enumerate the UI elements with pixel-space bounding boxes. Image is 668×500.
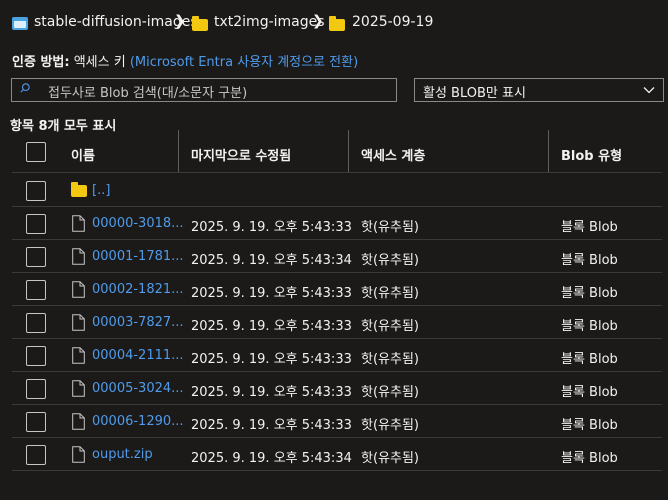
blob-name-link[interactable]: 00006-1290... bbox=[92, 414, 184, 429]
column-header-tier[interactable]: 액세스 계층 bbox=[361, 145, 425, 164]
file-icon bbox=[72, 215, 85, 232]
search-placeholder: 접두사로 Blob 검색(대/소문자 구분) bbox=[48, 86, 248, 101]
auth-method-value: 액세스 키 bbox=[73, 55, 126, 70]
row-checkbox[interactable] bbox=[26, 445, 46, 465]
blob-name-link[interactable]: ouput.zip bbox=[92, 447, 153, 462]
blob-modified: 2025. 9. 19. 오후 5:43:34 bbox=[191, 253, 352, 268]
row-checkbox[interactable] bbox=[26, 379, 46, 399]
item-count: 항목 8개 모두 표시 bbox=[10, 119, 117, 134]
file-icon bbox=[72, 314, 85, 331]
blob-tier: 핫(유추됨) bbox=[361, 319, 419, 334]
blob-filter-dropdown[interactable]: 활성 BLOB만 표시 bbox=[414, 78, 664, 102]
column-separator bbox=[178, 130, 179, 172]
chevron-right-icon: ❯ bbox=[312, 13, 324, 29]
file-icon bbox=[72, 413, 85, 430]
column-header-blob-type[interactable]: Blob 유형 bbox=[561, 145, 622, 164]
blob-modified: 2025. 9. 19. 오후 5:43:33 bbox=[191, 418, 352, 433]
row-checkbox[interactable] bbox=[26, 247, 46, 267]
blob-type: 블록 Blob bbox=[561, 319, 618, 334]
search-icon bbox=[20, 83, 30, 93]
row-checkbox[interactable] bbox=[26, 412, 46, 432]
blob-name-link[interactable]: 00003-7827... bbox=[92, 315, 184, 330]
storage-container-icon bbox=[12, 17, 28, 30]
blob-tier: 핫(유추됨) bbox=[361, 352, 419, 367]
blob-search-input[interactable]: 접두사로 Blob 검색(대/소문자 구분) bbox=[11, 78, 397, 102]
blob-name-link[interactable]: 00000-3018... bbox=[92, 216, 184, 231]
row-divider bbox=[12, 470, 662, 471]
blob-name-link[interactable]: 00001-1781... bbox=[92, 249, 184, 264]
blob-type: 블록 Blob bbox=[561, 418, 618, 433]
blob-tier: 핫(유추됨) bbox=[361, 286, 419, 301]
row-checkbox[interactable] bbox=[26, 313, 46, 333]
row-checkbox[interactable] bbox=[26, 214, 46, 234]
select-all-checkbox[interactable] bbox=[26, 142, 46, 162]
row-checkbox[interactable] bbox=[26, 280, 46, 300]
folder-icon bbox=[329, 16, 345, 31]
column-header-modified[interactable]: 마지막으로 수정됨 bbox=[191, 145, 291, 164]
file-icon bbox=[72, 446, 85, 463]
row-divider bbox=[12, 437, 662, 438]
blob-tier: 핫(유추됨) bbox=[361, 253, 419, 268]
file-icon bbox=[72, 380, 85, 397]
blob-name-link[interactable]: 00005-3024... bbox=[92, 381, 184, 396]
blob-name-link[interactable]: 00002-1821... bbox=[92, 282, 184, 297]
column-separator bbox=[348, 130, 349, 172]
row-divider bbox=[12, 338, 662, 339]
chevron-down-icon bbox=[643, 87, 655, 94]
folder-icon bbox=[192, 16, 208, 31]
chevron-right-icon: ❯ bbox=[174, 13, 186, 29]
blob-modified: 2025. 9. 19. 오후 5:43:33 bbox=[191, 385, 352, 400]
row-checkbox[interactable] bbox=[26, 346, 46, 366]
blob-type: 블록 Blob bbox=[561, 352, 618, 367]
blob-type: 블록 Blob bbox=[561, 451, 618, 466]
column-separator bbox=[548, 130, 549, 172]
row-divider bbox=[12, 305, 662, 306]
blob-name-link[interactable]: 00004-2111... bbox=[92, 348, 184, 363]
blob-modified: 2025. 9. 19. 오후 5:43:33 bbox=[191, 319, 352, 334]
row-checkbox[interactable] bbox=[26, 181, 46, 201]
auth-method-label: 인증 방법: bbox=[12, 55, 70, 70]
row-divider bbox=[12, 239, 662, 240]
row-divider bbox=[12, 272, 662, 273]
row-divider bbox=[12, 371, 662, 372]
file-icon bbox=[72, 347, 85, 364]
blob-modified: 2025. 9. 19. 오후 5:43:34 bbox=[191, 451, 352, 466]
file-icon bbox=[72, 281, 85, 298]
blob-modified: 2025. 9. 19. 오후 5:43:33 bbox=[191, 286, 352, 301]
row-divider bbox=[12, 206, 662, 207]
blob-tier: 핫(유추됨) bbox=[361, 220, 419, 235]
blob-modified: 2025. 9. 19. 오후 5:43:33 bbox=[191, 220, 352, 235]
breadcrumb-item-folder[interactable]: txt2img-images bbox=[214, 14, 325, 30]
blob-type: 블록 Blob bbox=[561, 220, 618, 235]
parent-folder-link[interactable]: [..] bbox=[92, 183, 110, 198]
blob-modified: 2025. 9. 19. 오후 5:43:33 bbox=[191, 352, 352, 367]
blob-type: 블록 Blob bbox=[561, 253, 618, 268]
breadcrumb-item-current: 2025-09-19 bbox=[352, 14, 434, 30]
blob-tier: 핫(유추됨) bbox=[361, 418, 419, 433]
blob-type: 블록 Blob bbox=[561, 385, 618, 400]
auth-method-line: 인증 방법: 액세스 키 (Microsoft Entra 사용자 계정으로 전… bbox=[12, 51, 358, 70]
row-divider bbox=[12, 404, 662, 405]
column-header-name[interactable]: 이름 bbox=[71, 145, 95, 164]
folder-icon bbox=[71, 182, 87, 197]
file-icon bbox=[72, 248, 85, 265]
blob-tier: 핫(유추됨) bbox=[361, 385, 419, 400]
blob-type: 블록 Blob bbox=[561, 286, 618, 301]
header-divider bbox=[12, 172, 662, 173]
filter-selected-value: 활성 BLOB만 표시 bbox=[423, 86, 526, 101]
blob-tier: 핫(유추됨) bbox=[361, 451, 419, 466]
switch-auth-link[interactable]: (Microsoft Entra 사용자 계정으로 전환) bbox=[130, 55, 358, 70]
